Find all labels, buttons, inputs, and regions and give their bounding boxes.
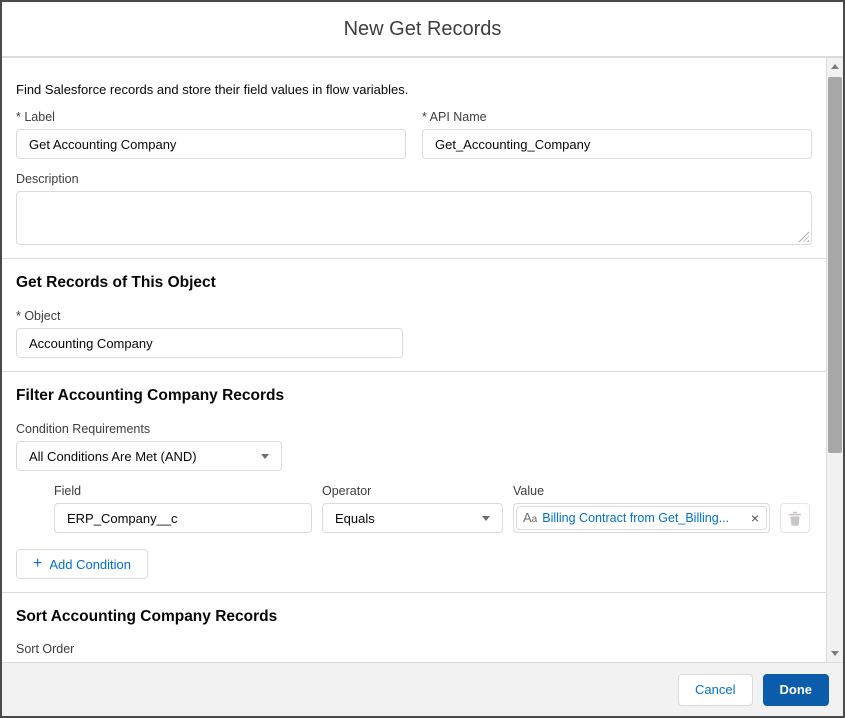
close-icon: × [750, 510, 759, 526]
done-button[interactable]: Done [762, 673, 829, 706]
arrow-down-icon [831, 651, 839, 656]
description-textarea-wrap [16, 191, 812, 245]
condition-row: Field Operator Equals Value Aa Bil [54, 484, 812, 533]
field-input[interactable] [54, 503, 312, 533]
value-combobox[interactable]: Aa Billing Contract from Get_Billing... … [513, 503, 770, 533]
value-pill-text: Billing Contract from Get_Billing... [542, 511, 730, 525]
label-field-label: * Label [16, 110, 55, 124]
sort-order-label: Sort Order [16, 642, 75, 656]
label-api-row: * Label * API Name [16, 110, 812, 159]
trash-icon [789, 511, 801, 526]
modal-body: Find Salesforce records and store their … [2, 58, 826, 662]
filter-section-heading: Filter Accounting Company Records [16, 387, 285, 404]
description-field-label: Description [16, 172, 79, 186]
value-pill[interactable]: Aa Billing Contract from Get_Billing... … [516, 506, 767, 530]
operator-value: Equals [335, 510, 375, 526]
object-field-group: * Object [16, 309, 812, 358]
operator-select[interactable]: Equals [322, 503, 503, 533]
api-name-field-group: * API Name [422, 110, 812, 159]
divider [2, 371, 826, 372]
scrollbar[interactable] [826, 58, 843, 662]
divider [2, 592, 826, 593]
value-label: Value [513, 484, 545, 498]
field-label: Field [54, 484, 82, 498]
modal-body-wrap: Find Salesforce records and store their … [2, 58, 843, 662]
plus-icon: + [33, 555, 43, 572]
condition-requirements-value: All Conditions Are Met (AND) [29, 448, 197, 464]
object-section-heading: Get Records of This Object [16, 274, 216, 291]
cancel-button[interactable]: Cancel [678, 673, 753, 706]
add-condition-label: Add Condition [49, 556, 132, 572]
scroll-up-button[interactable] [827, 58, 843, 75]
divider [2, 258, 826, 259]
delete-condition-button[interactable] [780, 503, 810, 533]
operator-column: Operator Equals [322, 484, 503, 533]
modal-footer: Cancel Done [2, 662, 843, 716]
modal-title: New Get Records [343, 17, 502, 40]
object-input[interactable] [16, 328, 403, 358]
sort-section-heading: Sort Accounting Company Records [16, 608, 278, 625]
object-field-label: * Object [16, 309, 61, 323]
scroll-track[interactable] [827, 75, 843, 645]
description-field-group: Description [16, 172, 812, 245]
text-type-icon: Aa [523, 510, 538, 525]
description-textarea[interactable] [16, 191, 812, 245]
condition-requirements-select[interactable]: All Conditions Are Met (AND) [16, 441, 282, 471]
api-name-field-label: * API Name [422, 110, 487, 124]
condition-requirements-group: Condition Requirements All Conditions Ar… [16, 422, 812, 471]
label-input[interactable] [16, 129, 406, 159]
new-get-records-modal: New Get Records Find Salesforce records … [0, 0, 845, 718]
chevron-down-icon [261, 453, 269, 459]
chevron-down-icon [482, 515, 490, 521]
modal-header: New Get Records [2, 2, 843, 58]
api-name-input[interactable] [422, 129, 812, 159]
field-column: Field [54, 484, 312, 533]
remove-value-button[interactable]: × [750, 511, 760, 525]
condition-requirements-label: Condition Requirements [16, 422, 151, 436]
label-field-group: * Label [16, 110, 406, 159]
scroll-thumb[interactable] [828, 77, 842, 454]
scroll-down-button[interactable] [827, 645, 843, 662]
arrow-up-icon [831, 64, 839, 69]
value-column: Value Aa Billing Contract from Get_Billi… [513, 484, 770, 533]
add-condition-button[interactable]: + Add Condition [16, 549, 149, 579]
intro-text: Find Salesforce records and store their … [16, 82, 409, 97]
operator-label: Operator [322, 484, 372, 498]
